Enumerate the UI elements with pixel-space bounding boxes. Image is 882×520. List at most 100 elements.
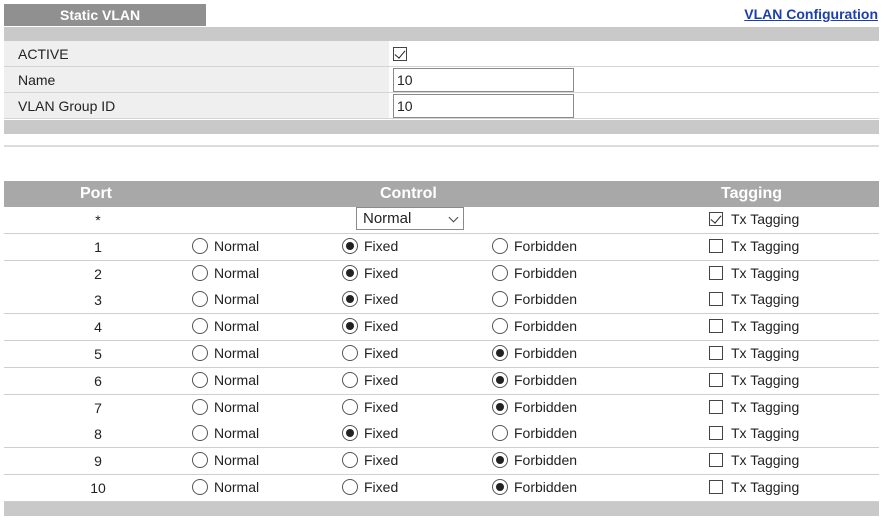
radio-forbidden[interactable] <box>492 291 508 308</box>
radio-fixed[interactable] <box>342 452 358 469</box>
tx-tagging-label: Tx Tagging <box>731 291 800 308</box>
radio-forbidden[interactable] <box>492 371 508 388</box>
tx-tagging-checkbox[interactable] <box>709 426 723 441</box>
vlan-group-id-row: VLAN Group ID 10 <box>4 93 879 119</box>
radio-forbidden[interactable] <box>492 345 508 361</box>
radio-fixed[interactable] <box>342 237 358 254</box>
table-row: 2 Normal Fixed Forbidden Tx Tagging <box>4 260 879 288</box>
radio-label-fixed: Fixed <box>364 479 399 495</box>
tx-tagging-checkbox[interactable] <box>709 480 723 494</box>
radio-normal[interactable] <box>192 264 208 281</box>
table-row: 8 Normal Fixed Forbidden Tx Tagging <box>4 421 879 449</box>
port-cell: 9 <box>94 453 102 470</box>
tx-tagging-checkbox[interactable] <box>709 346 723 360</box>
radio-fixed[interactable] <box>342 264 358 281</box>
radio-label-normal: Normal <box>214 318 260 335</box>
table-row: 9 Normal Fixed Forbidden Tx Tagging <box>4 448 879 476</box>
radio-label-fixed: Fixed <box>364 291 399 308</box>
port-cell: 10 <box>90 480 106 496</box>
radio-label-fixed: Fixed <box>364 371 399 388</box>
tx-tagging-checkbox[interactable] <box>709 238 723 253</box>
radio-label-normal: Normal <box>214 371 260 388</box>
tx-tagging-checkbox[interactable] <box>709 399 723 414</box>
radio-forbidden[interactable] <box>492 452 508 469</box>
table-row: 4 Normal Fixed Forbidden Tx Tagging <box>4 314 879 342</box>
tx-tagging-checkbox[interactable] <box>709 372 723 387</box>
table-row-all: * Normal Tx Tagging <box>4 207 879 234</box>
radio-label-forbidden: Forbidden <box>514 452 578 469</box>
radio-normal[interactable] <box>192 291 208 308</box>
radio-label-fixed: Fixed <box>364 345 399 361</box>
table-row: 1 Normal Fixed Forbidden Tx Tagging <box>4 233 879 261</box>
section-bar-table-bottom <box>4 502 879 516</box>
table-row: 10 Normal Fixed Forbidden Tx Tagging <box>4 475 879 502</box>
radio-label-fixed: Fixed <box>364 452 399 469</box>
radio-label-forbidden: Forbidden <box>514 398 578 415</box>
control-select-value: Normal <box>363 210 412 227</box>
radio-normal[interactable] <box>192 479 208 495</box>
tx-tagging-label: Tx Tagging <box>731 398 800 415</box>
radio-fixed[interactable] <box>342 291 358 308</box>
radio-label-forbidden: Forbidden <box>514 425 578 442</box>
radio-label-forbidden: Forbidden <box>514 479 578 495</box>
radio-label-normal: Normal <box>214 425 260 442</box>
radio-forbidden[interactable] <box>492 264 508 281</box>
radio-normal[interactable] <box>192 237 208 254</box>
tx-tagging-label: Tx Tagging <box>731 264 800 281</box>
radio-fixed[interactable] <box>342 318 358 335</box>
radio-normal[interactable] <box>192 345 208 361</box>
active-row: ACTIVE <box>4 41 879 67</box>
radio-fixed[interactable] <box>342 371 358 388</box>
radio-normal[interactable] <box>192 371 208 388</box>
name-label: Name <box>4 67 389 92</box>
tx-tagging-checkbox[interactable] <box>709 212 723 226</box>
port-cell: * <box>95 212 101 228</box>
radio-label-normal: Normal <box>214 398 260 415</box>
radio-label-normal: Normal <box>214 237 260 254</box>
radio-fixed[interactable] <box>342 345 358 361</box>
radio-label-fixed: Fixed <box>364 318 399 335</box>
table-row: 5 Normal Fixed Forbidden Tx Tagging <box>4 341 879 368</box>
tx-tagging-checkbox[interactable] <box>709 319 723 334</box>
radio-label-fixed: Fixed <box>364 264 399 281</box>
radio-label-fixed: Fixed <box>364 425 399 442</box>
radio-normal[interactable] <box>192 398 208 415</box>
radio-forbidden[interactable] <box>492 318 508 335</box>
active-checkbox[interactable] <box>393 46 407 61</box>
radio-fixed[interactable] <box>342 425 358 442</box>
radio-fixed[interactable] <box>342 398 358 415</box>
port-cell: 8 <box>94 426 102 443</box>
port-cell: 1 <box>94 238 102 255</box>
col-control: Control <box>380 185 437 202</box>
radio-normal[interactable] <box>192 318 208 335</box>
radio-label-forbidden: Forbidden <box>514 371 578 388</box>
control-select[interactable]: Normal <box>356 207 464 230</box>
radio-forbidden[interactable] <box>492 398 508 415</box>
radio-forbidden[interactable] <box>492 479 508 495</box>
radio-label-normal: Normal <box>214 345 260 361</box>
vlan-group-id-input[interactable]: 10 <box>393 93 574 118</box>
radio-normal[interactable] <box>192 452 208 469</box>
radio-label-normal: Normal <box>214 479 260 495</box>
tx-tagging-label: Tx Tagging <box>731 345 800 361</box>
radio-label-forbidden: Forbidden <box>514 237 578 254</box>
section-bar-top <box>4 27 879 41</box>
radio-forbidden[interactable] <box>492 425 508 442</box>
name-input[interactable]: 10 <box>393 67 574 92</box>
radio-label-normal: Normal <box>214 452 260 469</box>
tx-tagging-label: Tx Tagging <box>731 452 800 469</box>
tx-tagging-checkbox[interactable] <box>709 292 723 307</box>
table-row: 6 Normal Fixed Forbidden Tx Tagging <box>4 367 879 395</box>
port-cell: 6 <box>94 372 102 389</box>
radio-normal[interactable] <box>192 425 208 442</box>
tx-tagging-label: Tx Tagging <box>731 479 800 495</box>
radio-fixed[interactable] <box>342 479 358 495</box>
vlan-configuration-link[interactable]: VLAN Configuration <box>744 6 878 22</box>
tab-static-vlan: Static VLAN <box>4 4 206 26</box>
tx-tagging-checkbox[interactable] <box>709 265 723 280</box>
table-row: 3 Normal Fixed Forbidden Tx Tagging <box>4 287 879 315</box>
tx-tagging-label: Tx Tagging <box>731 237 800 254</box>
radio-forbidden[interactable] <box>492 237 508 254</box>
port-cell: 4 <box>94 319 102 336</box>
tx-tagging-checkbox[interactable] <box>709 453 723 468</box>
